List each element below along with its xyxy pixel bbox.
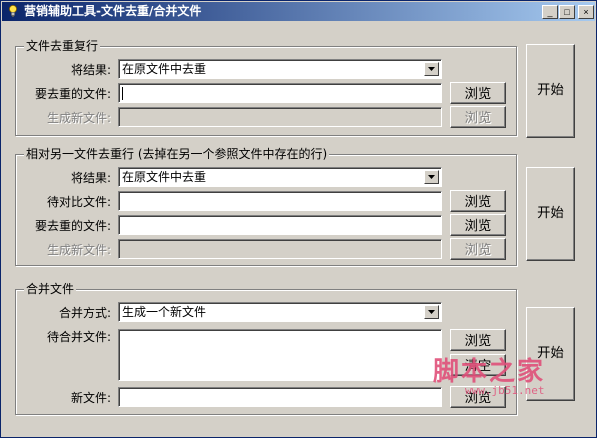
- relative-output-file-label: 生成新文件:: [46, 243, 111, 257]
- relative-output-file-input[interactable]: [118, 239, 442, 259]
- output-file-input[interactable]: [118, 107, 442, 127]
- relative-result-label: 将结果:: [70, 171, 111, 185]
- merge-files-label: 待合并文件:: [46, 330, 111, 344]
- lightbulb-icon: [9, 5, 17, 17]
- watermark-url: www.jb51.net: [465, 384, 545, 397]
- chevron-down-icon[interactable]: [424, 305, 439, 319]
- new-file-label: 新文件:: [70, 391, 111, 405]
- start-relative-dedupe-label: 开始: [537, 205, 564, 220]
- minimize-button[interactable]: _: [542, 5, 558, 19]
- dedupe-file-label: 要去重的文件:: [34, 87, 111, 101]
- text-caret: [122, 87, 123, 100]
- dedupe-file-input[interactable]: [118, 83, 442, 103]
- output-file-label: 生成新文件:: [46, 111, 111, 125]
- relative-result-select-value: 在原文件中去重: [122, 170, 207, 184]
- browse-button[interactable]: 浏览: [450, 82, 506, 104]
- watermark-text: 脚本之家: [433, 357, 546, 387]
- start-relative-dedupe-button[interactable]: 开始: [526, 167, 575, 261]
- merge-mode-select-value: 生成一个新文件: [122, 305, 207, 319]
- result-select-value: 在原文件中去重: [122, 62, 207, 76]
- start-dedupe-button[interactable]: 开始: [526, 44, 575, 138]
- relative-dedupe-file-input[interactable]: [118, 215, 442, 235]
- browse-merge-button[interactable]: 浏览: [450, 329, 506, 351]
- compare-file-input[interactable]: [118, 191, 442, 211]
- watermark: 脚本之家 www.jb51.net: [433, 351, 593, 411]
- relative-dedupe-file-label: 要去重的文件:: [34, 219, 111, 233]
- compare-file-label: 待对比文件:: [46, 195, 111, 209]
- merge-mode-select[interactable]: 生成一个新文件: [118, 302, 442, 322]
- result-label: 将结果:: [70, 63, 111, 77]
- chevron-down-icon[interactable]: [424, 170, 439, 184]
- merge-files-list[interactable]: [118, 329, 442, 381]
- browse-output-button[interactable]: 浏览: [450, 106, 506, 128]
- merge-group-title: 合并文件: [24, 282, 77, 296]
- browse-relative-output-button[interactable]: 浏览: [450, 238, 506, 260]
- dedupe-group-title: 文件去重复行: [24, 39, 101, 53]
- result-select[interactable]: 在原文件中去重: [118, 59, 442, 79]
- title-bar[interactable]: 营销辅助工具-文件去重/合并文件 _ □ ×: [2, 2, 595, 21]
- maximize-button[interactable]: □: [559, 5, 575, 19]
- relative-dedupe-group-title: 相对另一文件去重行 (去掉在另一个参照文件中存在的行): [24, 147, 330, 161]
- close-button[interactable]: ×: [578, 5, 594, 19]
- browse-compare-button[interactable]: 浏览: [450, 190, 506, 212]
- new-file-input[interactable]: [118, 387, 442, 407]
- chevron-down-icon[interactable]: [424, 62, 439, 76]
- merge-mode-label: 合并方式:: [58, 306, 111, 320]
- app-window: 营销辅助工具-文件去重/合并文件 _ □ × 文件去重复行 将结果: 在原文件中…: [0, 0, 597, 438]
- start-dedupe-label: 开始: [537, 82, 564, 97]
- window-title: 营销辅助工具-文件去重/合并文件: [24, 4, 202, 18]
- relative-result-select[interactable]: 在原文件中去重: [118, 167, 442, 187]
- browse-relative-dedupe-button[interactable]: 浏览: [450, 214, 506, 236]
